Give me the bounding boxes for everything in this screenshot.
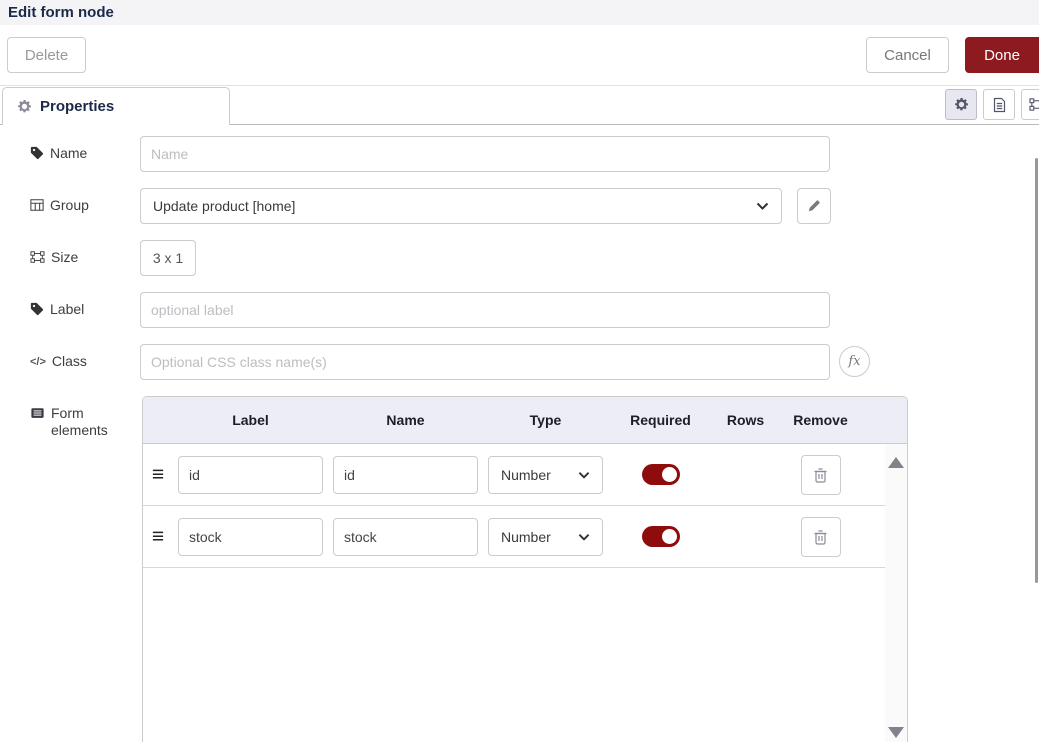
name-row: Name: [30, 136, 1039, 172]
element-type-select[interactable]: Number: [488, 518, 603, 556]
form-elements-table: Label Name Type Required Rows Remove ≡: [142, 396, 908, 742]
toolbar: Delete Cancel Done: [0, 25, 1039, 86]
group-label: Group: [50, 197, 89, 214]
scroll-up-arrow-icon[interactable]: [888, 457, 904, 468]
form-element-row: ≡ Number: [143, 506, 885, 568]
env-var-fx-button[interactable]: fx: [839, 346, 870, 377]
code-icon: </>: [30, 354, 46, 371]
tab-icon-buttons: [945, 89, 1039, 120]
chevron-down-icon: [578, 533, 590, 541]
remove-element-button[interactable]: [801, 455, 841, 495]
name-label: Name: [50, 145, 87, 162]
size-button[interactable]: 3 x 1: [140, 240, 196, 276]
group-select[interactable]: Update product [home]: [140, 188, 782, 224]
done-button[interactable]: Done: [965, 37, 1039, 73]
form-elements-rows: ≡ Number: [143, 444, 885, 742]
edit-group-button[interactable]: [797, 188, 831, 224]
list-icon: [30, 406, 45, 420]
tab-properties-label: Properties: [40, 98, 114, 115]
required-toggle[interactable]: [642, 526, 680, 547]
element-type-value: Number: [501, 467, 578, 483]
name-input[interactable]: [140, 136, 830, 172]
properties-panel: Name Group Update product [home]: [0, 125, 1039, 742]
chevron-down-icon: [578, 471, 590, 479]
group-select-value: Update product [home]: [153, 198, 756, 214]
table-icon: [30, 198, 44, 212]
form-elements-row: Form elements Label Name Type Required R…: [30, 396, 1039, 742]
tag-icon: [30, 302, 44, 316]
class-field-label: Class: [52, 353, 87, 370]
header-remove: Remove: [778, 412, 863, 428]
header-label: Label: [173, 412, 328, 428]
document-icon: [992, 97, 1007, 113]
class-row: </> Class fx: [30, 344, 1039, 380]
label-input[interactable]: [140, 292, 830, 328]
pencil-icon: [807, 199, 821, 213]
cancel-button[interactable]: Cancel: [866, 37, 949, 73]
label-field-label: Label: [50, 301, 84, 318]
remove-element-button[interactable]: [801, 517, 841, 557]
label-row: Label: [30, 292, 1039, 328]
dialog-titlebar: Edit form node: [0, 0, 1039, 25]
class-input[interactable]: [140, 344, 830, 380]
trash-icon: [813, 529, 828, 545]
size-value: 3 x 1: [153, 250, 183, 266]
object-group-icon: [30, 250, 45, 264]
tab-bar: Properties: [0, 86, 1039, 125]
scroll-down-arrow-icon[interactable]: [888, 727, 904, 738]
table-scrollbar[interactable]: [885, 444, 907, 742]
drag-handle[interactable]: ≡: [143, 525, 173, 549]
delete-button[interactable]: Delete: [7, 37, 86, 73]
tag-icon: [30, 146, 44, 160]
gear-icon: [17, 99, 32, 114]
header-required: Required: [608, 412, 713, 428]
form-element-row: ≡ Number: [143, 444, 885, 506]
element-label-input[interactable]: [178, 518, 323, 556]
header-rows: Rows: [713, 412, 778, 428]
tab-properties[interactable]: Properties: [2, 87, 230, 125]
chevron-down-icon: [756, 202, 769, 210]
required-toggle[interactable]: [642, 464, 680, 485]
appearance-icon: [1029, 97, 1039, 112]
element-type-value: Number: [501, 529, 578, 545]
element-type-select[interactable]: Number: [488, 456, 603, 494]
element-name-input[interactable]: [333, 518, 478, 556]
trash-icon: [813, 467, 828, 483]
properties-gear-button[interactable]: [945, 89, 977, 120]
header-type: Type: [483, 412, 608, 428]
drag-handle[interactable]: ≡: [143, 463, 173, 487]
form-elements-label: Form elements: [51, 405, 140, 439]
header-name: Name: [328, 412, 483, 428]
fx-icon: fx: [848, 354, 860, 369]
dialog-title: Edit form node: [8, 4, 114, 21]
page-scrollbar[interactable]: [1035, 158, 1038, 583]
form-elements-table-header: Label Name Type Required Rows Remove: [143, 397, 907, 444]
description-button[interactable]: [983, 89, 1015, 120]
size-label: Size: [51, 249, 78, 266]
element-label-input[interactable]: [178, 456, 323, 494]
element-name-input[interactable]: [333, 456, 478, 494]
group-row: Group Update product [home]: [30, 188, 1039, 224]
appearance-button[interactable]: [1021, 89, 1039, 120]
size-row: Size 3 x 1: [30, 240, 1039, 276]
gear-icon: [954, 97, 969, 112]
